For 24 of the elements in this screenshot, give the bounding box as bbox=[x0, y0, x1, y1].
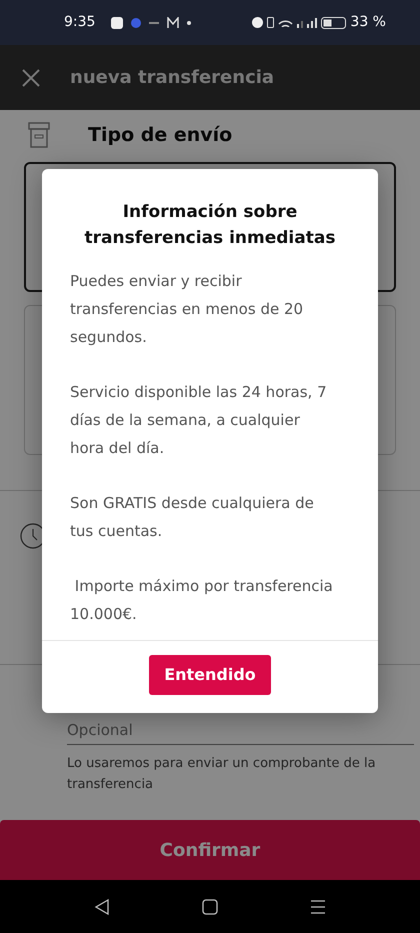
dialog-paragraph: Son GRATIS desde cualquiera de tus cuentas. bbox=[69, 493, 315, 542]
email-input-field[interactable]: Opcional bbox=[67, 717, 414, 744]
section-title: Tipo de envío bbox=[88, 122, 232, 148]
battery-icon bbox=[321, 16, 346, 28]
vibrate-icon bbox=[267, 17, 274, 28]
helper-text: Lo usaremos para enviar un comprobante de la transferencia bbox=[67, 754, 377, 794]
understood-button[interactable]: Entendido bbox=[149, 655, 271, 695]
home-icon[interactable] bbox=[202, 898, 218, 914]
close-icon[interactable] bbox=[22, 68, 40, 86]
battery-percentage: 33 % bbox=[350, 13, 386, 32]
dialog-paragraph: Servicio disponible las 24 horas, 7 días de la semana, a cualquier hora del día. bbox=[69, 382, 328, 459]
back-icon[interactable] bbox=[94, 898, 110, 916]
signal-icon bbox=[307, 18, 318, 28]
document-tray-icon bbox=[28, 122, 50, 148]
wifi-icon bbox=[278, 18, 294, 26]
dialog-paragraph: Puedes enviar y recibir transferencias en menos de 20 segundos. bbox=[69, 271, 304, 348]
mail-icon bbox=[167, 17, 180, 28]
menu-icon[interactable] bbox=[310, 898, 326, 914]
dot-icon bbox=[187, 20, 192, 24]
dialog-title: Información sobre transferencias inmediatas bbox=[84, 201, 336, 250]
screen-title: nueva transferencia bbox=[70, 66, 274, 90]
confirm-button[interactable]: Confirmar bbox=[0, 820, 420, 880]
status-time: 9:35 bbox=[64, 13, 96, 32]
dialog-paragraph: Importe máximo por transferencia 10.000€. bbox=[69, 576, 334, 625]
